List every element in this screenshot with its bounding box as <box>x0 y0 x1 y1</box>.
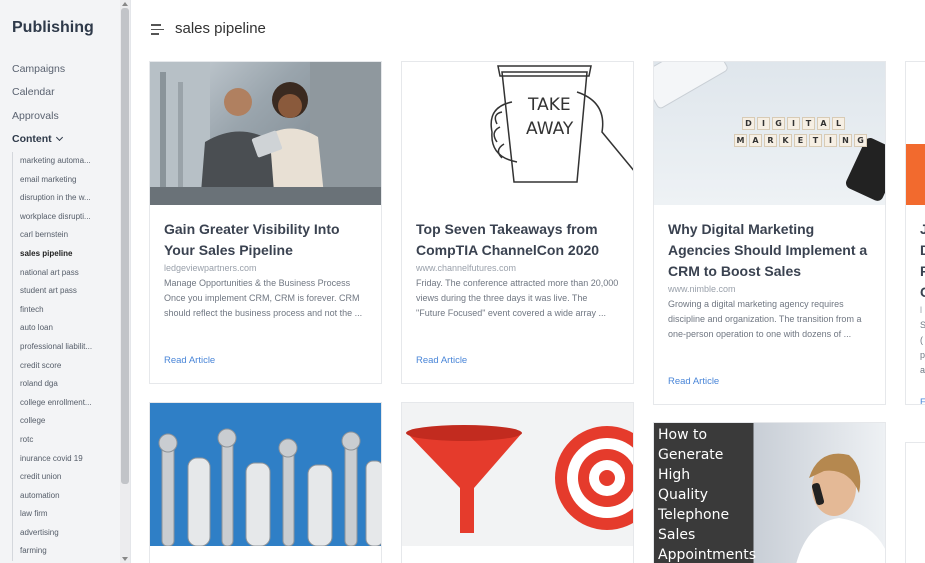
article-card[interactable] <box>401 402 634 563</box>
article-title[interactable]: Gain Greater Visibility Into Your Sales … <box>164 219 369 261</box>
read-article-link[interactable]: Read Article <box>668 376 719 387</box>
content-item-student-art-pass[interactable]: student art pass <box>20 282 118 301</box>
scroll-up-arrow-icon[interactable] <box>122 2 128 6</box>
content-item-advertising[interactable]: advertising <box>20 524 118 543</box>
article-card[interactable] <box>149 402 382 563</box>
article-image: How to Generate High Quality Telephone S… <box>654 423 885 563</box>
cup-text-away: AWAY <box>526 119 574 139</box>
sidebar-scroll-thumb[interactable] <box>121 8 129 484</box>
content-item-workplace-disruption[interactable]: workplace disrupti... <box>20 208 118 227</box>
article-excerpt: Growing a digital marketing agency requi… <box>668 299 862 339</box>
content-item-auto-loan[interactable]: auto loan <box>20 319 118 338</box>
content-item-credit-score[interactable]: credit score <box>20 357 118 376</box>
content-item-law-firm[interactable]: law firm <box>20 505 118 524</box>
article-title[interactable]: Why Digital Marketing Agencies Should Im… <box>668 219 873 282</box>
article-image <box>150 403 381 546</box>
content-item-farming[interactable]: farming <box>20 542 118 561</box>
scroll-down-arrow-icon[interactable] <box>122 557 128 561</box>
article-source-fragment: l <box>920 305 922 315</box>
nav-calendar[interactable]: Calendar <box>12 86 55 98</box>
nav-content[interactable]: Content <box>12 133 63 145</box>
content-item-sales-pipeline[interactable]: sales pipeline <box>20 245 118 264</box>
article-image <box>402 403 633 546</box>
content-item-inurance-covid[interactable]: inurance covid 19 <box>20 450 118 469</box>
article-card[interactable]: Gain Greater Visibility Into Your Sales … <box>149 61 382 384</box>
page-title: sales pipeline <box>175 20 266 37</box>
nav-approvals[interactable]: Approvals <box>12 110 59 122</box>
content-item-roland-dga[interactable]: roland dga <box>20 375 118 394</box>
content-item-college[interactable]: college <box>20 412 118 431</box>
content-item-credit-union[interactable]: credit union <box>20 468 118 487</box>
chevron-down-icon <box>55 133 63 142</box>
menu-icon[interactable] <box>151 24 164 35</box>
read-article-link[interactable]: Read Article <box>164 355 215 366</box>
wrenches-image <box>158 428 381 546</box>
nav-content-label: Content <box>12 133 52 145</box>
nav-campaigns[interactable]: Campaigns <box>12 63 65 75</box>
content-item-marketing-automation[interactable]: marketing automa... <box>20 152 118 171</box>
article-image <box>150 62 381 205</box>
article-image <box>906 144 925 205</box>
read-article-link[interactable]: Read Article <box>416 355 467 366</box>
article-card[interactable]: TAKE AWAY Top Seven Takeaways from CompT… <box>401 61 634 384</box>
article-excerpt-fragment: S ( p a <box>920 320 925 375</box>
content-item-national-art-pass[interactable]: national art pass <box>20 264 118 283</box>
article-card-partial[interactable]: J D F C l S ( p a F <box>905 61 925 405</box>
article-title[interactable]: Top Seven Takeaways from CompTIA Channel… <box>416 219 621 261</box>
content-item-email-marketing[interactable]: email marketing <box>20 171 118 190</box>
funnel-target-image <box>406 425 633 533</box>
article-card[interactable]: DIGITAL MARKETING Why Digital Marketing … <box>653 61 886 405</box>
content-item-college-enrollment[interactable]: college enrollment... <box>20 394 118 413</box>
marketing-tiles: MARKETING <box>734 134 867 147</box>
article-source: ledgeviewpartners.com <box>164 263 257 273</box>
article-card-partial[interactable] <box>905 442 925 563</box>
content-item-carl-bernstein[interactable]: carl bernstein <box>20 226 118 245</box>
article-card[interactable]: How to Generate High Quality Telephone S… <box>653 422 886 563</box>
article-title-fragment[interactable]: J D F C <box>920 219 925 303</box>
image-caption-text: How to Generate High Quality Telephone S… <box>658 427 757 563</box>
content-list: marketing automa... email marketing disr… <box>12 152 118 562</box>
article-excerpt: Manage Opportunities & the Business Proc… <box>164 278 363 318</box>
digital-tiles: DIGITAL <box>742 117 845 130</box>
article-image: TAKE AWAY <box>402 62 633 205</box>
content-item-disruption[interactable]: disruption in the w... <box>20 189 118 208</box>
takeaway-cup-image: TAKE AWAY <box>490 65 633 183</box>
people-with-tablet-image <box>150 62 381 205</box>
content-item-automation[interactable]: automation <box>20 487 118 506</box>
content-item-rotc[interactable]: rotc <box>20 431 118 450</box>
article-source: www.channelfutures.com <box>416 263 517 273</box>
article-image: DIGITAL MARKETING <box>654 62 885 205</box>
article-excerpt: Friday. The conference attracted more th… <box>416 278 619 318</box>
article-source: www.nimble.com <box>668 284 736 294</box>
sidebar-title: Publishing <box>12 19 94 36</box>
sidebar: Publishing Campaigns Calendar Approvals … <box>0 0 131 563</box>
content-item-fintech[interactable]: fintech <box>20 301 118 320</box>
cup-text-take: TAKE <box>527 95 571 115</box>
content-item-professional-liability[interactable]: professional liabilit... <box>20 338 118 357</box>
read-article-link-fragment[interactable]: F <box>920 397 925 404</box>
